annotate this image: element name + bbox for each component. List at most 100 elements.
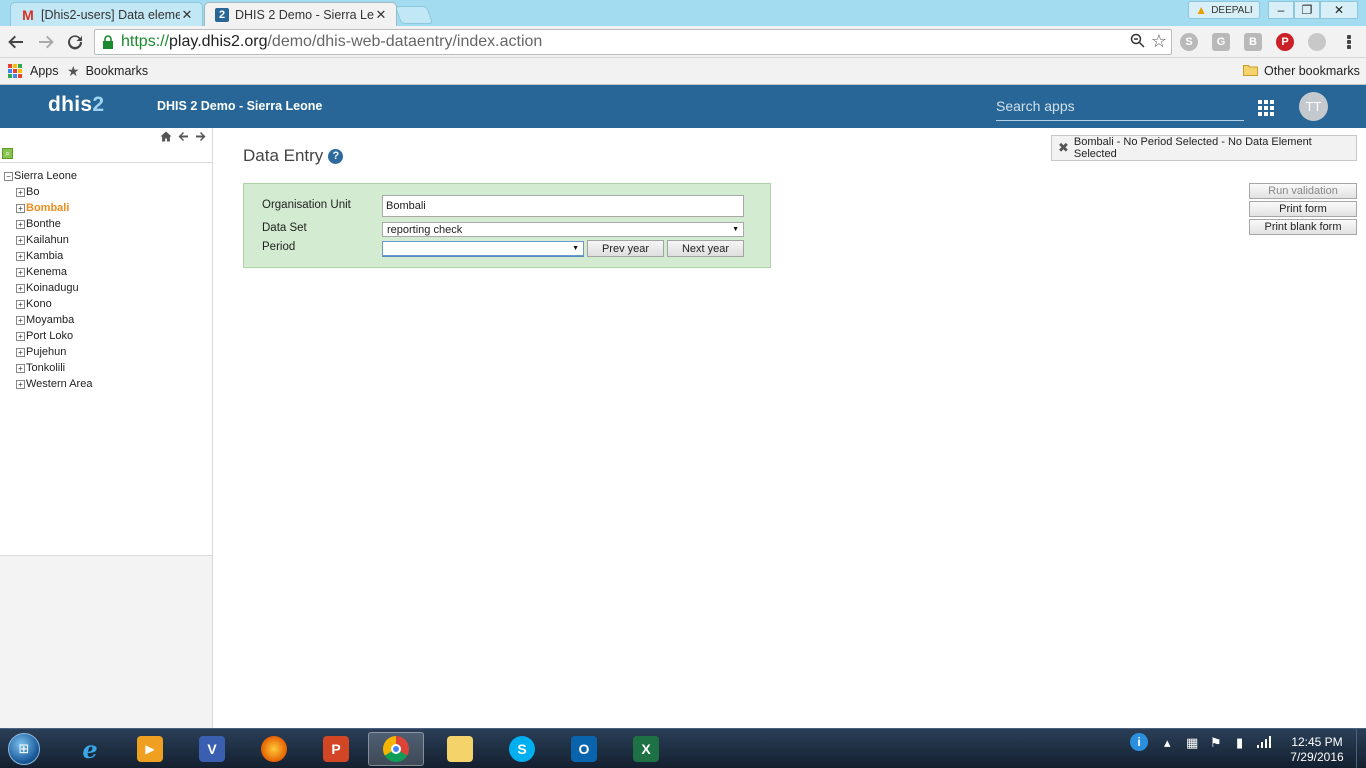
- minimize-button[interactable]: –: [1268, 1, 1294, 19]
- home-icon[interactable]: [159, 131, 173, 145]
- expand-icon[interactable]: +: [16, 203, 25, 213]
- tree-node-label[interactable]: Sierra Leone: [14, 170, 77, 182]
- taskbar-file-explorer[interactable]: [432, 732, 488, 766]
- reload-button[interactable]: [63, 30, 87, 54]
- taskbar-outlook[interactable]: O: [556, 732, 612, 766]
- taskbar-firefox[interactable]: [246, 732, 302, 766]
- b-extension-icon[interactable]: B: [1244, 33, 1262, 51]
- taskbar-excel[interactable]: X: [618, 732, 674, 766]
- run-validation-button[interactable]: Run validation: [1249, 183, 1357, 199]
- expand-icon[interactable]: +: [16, 187, 25, 197]
- pinterest-extension-icon[interactable]: P: [1276, 33, 1294, 51]
- zoom-icon[interactable]: [1130, 33, 1145, 52]
- tree-node[interactable]: + Koinadugu: [16, 280, 92, 296]
- back-button[interactable]: [4, 30, 28, 54]
- signal-strength-icon[interactable]: [1256, 735, 1272, 752]
- tree-node-label[interactable]: Western Area: [26, 378, 92, 390]
- tree-node-label[interactable]: Moyamba: [26, 314, 74, 326]
- chrome-menu-button[interactable]: [1340, 33, 1358, 51]
- taskbar-powerpoint[interactable]: P: [308, 732, 364, 766]
- tree-node-label[interactable]: Koinadugu: [26, 282, 79, 294]
- print-form-button[interactable]: Print form: [1249, 201, 1357, 217]
- org-unit-field[interactable]: Bombali: [382, 195, 744, 217]
- tree-node[interactable]: + Pujehun: [16, 344, 92, 360]
- tree-node[interactable]: + Port Loko: [16, 328, 92, 344]
- search-tree-icon[interactable]: ⌕: [2, 148, 13, 159]
- next-year-button[interactable]: Next year: [667, 240, 744, 257]
- taskbar-internet-explorer[interactable]: e: [62, 732, 118, 766]
- tree-node[interactable]: + Kailahun: [16, 232, 92, 248]
- new-tab-button[interactable]: [394, 6, 434, 24]
- restore-button[interactable]: ❐: [1294, 1, 1320, 19]
- forward-button[interactable]: [34, 30, 58, 54]
- action-center-flag-icon[interactable]: ⚑: [1210, 735, 1222, 751]
- tree-node[interactable]: + Kenema: [16, 264, 92, 280]
- tree-node-selected[interactable]: + Bombali: [16, 200, 92, 216]
- profile-button[interactable]: ▲ DEEPALI: [1188, 1, 1260, 19]
- apps-menu-icon[interactable]: [1258, 100, 1274, 116]
- expand-icon[interactable]: +: [16, 219, 25, 229]
- address-bar[interactable]: https://play.dhis2.org/demo/dhis-web-dat…: [94, 29, 1172, 55]
- grammarly-extension-icon[interactable]: G: [1212, 33, 1230, 51]
- expand-icon[interactable]: +: [16, 347, 25, 357]
- taskbar-skype[interactable]: S: [494, 732, 550, 766]
- tree-node-label[interactable]: Kenema: [26, 266, 67, 278]
- arrow-right-icon[interactable]: [193, 131, 207, 145]
- tree-node[interactable]: + Bonthe: [16, 216, 92, 232]
- show-hidden-icons-icon[interactable]: ▴: [1164, 735, 1171, 751]
- tree-node-label[interactable]: Kambia: [26, 250, 63, 262]
- tree-node[interactable]: + Western Area: [16, 376, 92, 392]
- skype-extension-icon[interactable]: S: [1180, 33, 1198, 51]
- arrow-left-icon[interactable]: [176, 131, 190, 145]
- close-icon[interactable]: ✖: [1058, 140, 1069, 156]
- expand-icon[interactable]: +: [16, 299, 25, 309]
- print-blank-form-button[interactable]: Print blank form: [1249, 219, 1357, 235]
- period-select[interactable]: ▼: [382, 241, 584, 256]
- expand-icon[interactable]: +: [16, 267, 25, 277]
- tree-node-label[interactable]: Port Loko: [26, 330, 73, 342]
- info-tray-icon[interactable]: i: [1130, 733, 1148, 751]
- user-avatar[interactable]: TT: [1299, 92, 1328, 121]
- expand-icon[interactable]: +: [16, 331, 25, 341]
- start-button[interactable]: ⊞: [4, 731, 44, 767]
- tree-node-label[interactable]: Bonthe: [26, 218, 61, 230]
- show-desktop-button[interactable]: [1356, 729, 1366, 768]
- expand-icon[interactable]: +: [16, 379, 25, 389]
- tree-node[interactable]: + Kono: [16, 296, 92, 312]
- expand-icon[interactable]: +: [16, 315, 25, 325]
- expand-icon[interactable]: +: [16, 235, 25, 245]
- tree-node[interactable]: + Bo: [16, 184, 92, 200]
- tree-node-root[interactable]: − Sierra Leone: [4, 168, 92, 184]
- tab-dhis2[interactable]: 2 DHIS 2 Demo - Sierra Leo ✕: [204, 2, 397, 26]
- bookmark-bookmarks[interactable]: ★ Bookmarks: [67, 62, 148, 80]
- tree-node[interactable]: + Tonkolili: [16, 360, 92, 376]
- tree-node-label[interactable]: Pujehun: [26, 346, 66, 358]
- network-devices-icon[interactable]: ▦: [1186, 735, 1198, 751]
- close-tab-icon[interactable]: ✕: [180, 7, 194, 23]
- bookmark-star-icon[interactable]: ☆: [1151, 31, 1167, 52]
- collapse-icon[interactable]: −: [4, 171, 13, 181]
- expand-icon[interactable]: +: [16, 283, 25, 293]
- battery-icon[interactable]: ▮: [1236, 735, 1243, 751]
- tree-node-label[interactable]: Bo: [26, 186, 39, 198]
- tab-gmail[interactable]: M [Dhis2-users] Data elemen ✕: [10, 2, 203, 26]
- bookmark-apps[interactable]: Apps: [8, 62, 59, 80]
- tree-node-label[interactable]: Kono: [26, 298, 52, 310]
- taskbar-media-player[interactable]: ▶: [122, 732, 178, 766]
- dhis2-logo[interactable]: dhis2: [48, 93, 104, 117]
- close-window-button[interactable]: ✕: [1320, 1, 1358, 19]
- bookmark-other[interactable]: Other bookmarks: [1243, 62, 1360, 80]
- help-icon[interactable]: ?: [328, 148, 344, 164]
- close-tab-icon[interactable]: ✕: [374, 7, 388, 23]
- search-apps-input[interactable]: Search apps: [996, 95, 1244, 121]
- taskbar-visio[interactable]: V: [184, 732, 240, 766]
- data-set-select[interactable]: reporting check ▼: [382, 222, 744, 237]
- taskbar-chrome[interactable]: [368, 732, 424, 766]
- expand-icon[interactable]: +: [16, 363, 25, 373]
- prev-year-button[interactable]: Prev year: [587, 240, 664, 257]
- tree-node-label[interactable]: Kailahun: [26, 234, 69, 246]
- expand-icon[interactable]: +: [16, 251, 25, 261]
- tree-node[interactable]: + Kambia: [16, 248, 92, 264]
- tree-node-label[interactable]: Bombali: [26, 202, 69, 214]
- tree-node-label[interactable]: Tonkolili: [26, 362, 65, 374]
